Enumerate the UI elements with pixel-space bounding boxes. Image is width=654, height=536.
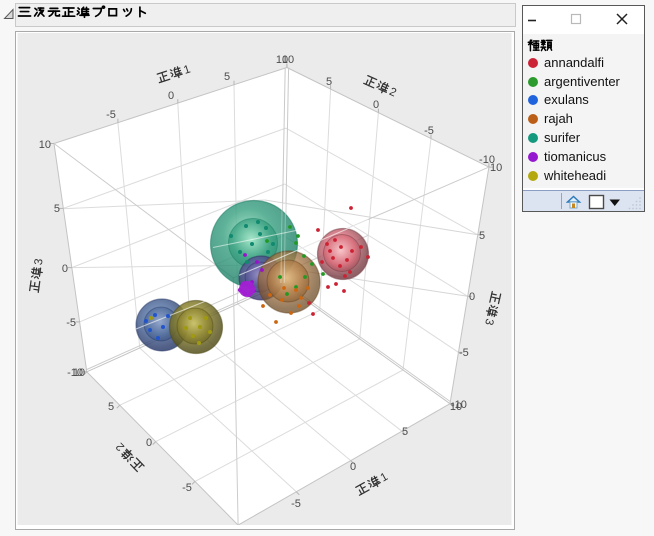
svg-text:10: 10 — [39, 139, 51, 151]
svg-text:-5: -5 — [182, 482, 192, 494]
svg-text:-5: -5 — [106, 109, 116, 121]
svg-text:-5: -5 — [424, 125, 434, 137]
svg-text:5: 5 — [479, 230, 485, 242]
svg-text:5: 5 — [54, 203, 60, 215]
svg-text:-5: -5 — [66, 317, 76, 329]
svg-text:10: 10 — [490, 162, 502, 174]
svg-text:5: 5 — [402, 426, 408, 438]
svg-text:10: 10 — [73, 367, 85, 379]
svg-text:10: 10 — [282, 54, 294, 66]
svg-text:-5: -5 — [291, 498, 301, 510]
svg-text:0: 0 — [168, 90, 174, 102]
svg-text:0: 0 — [62, 263, 68, 275]
svg-text:0: 0 — [373, 99, 379, 111]
svg-text:-5: -5 — [459, 347, 469, 359]
svg-text:0: 0 — [146, 437, 152, 449]
svg-text:5: 5 — [224, 71, 230, 83]
svg-text:0: 0 — [350, 461, 356, 473]
svg-text:0: 0 — [469, 291, 475, 303]
svg-text:5: 5 — [108, 401, 114, 413]
svg-text:10: 10 — [450, 401, 462, 413]
svg-text:5: 5 — [326, 76, 332, 88]
